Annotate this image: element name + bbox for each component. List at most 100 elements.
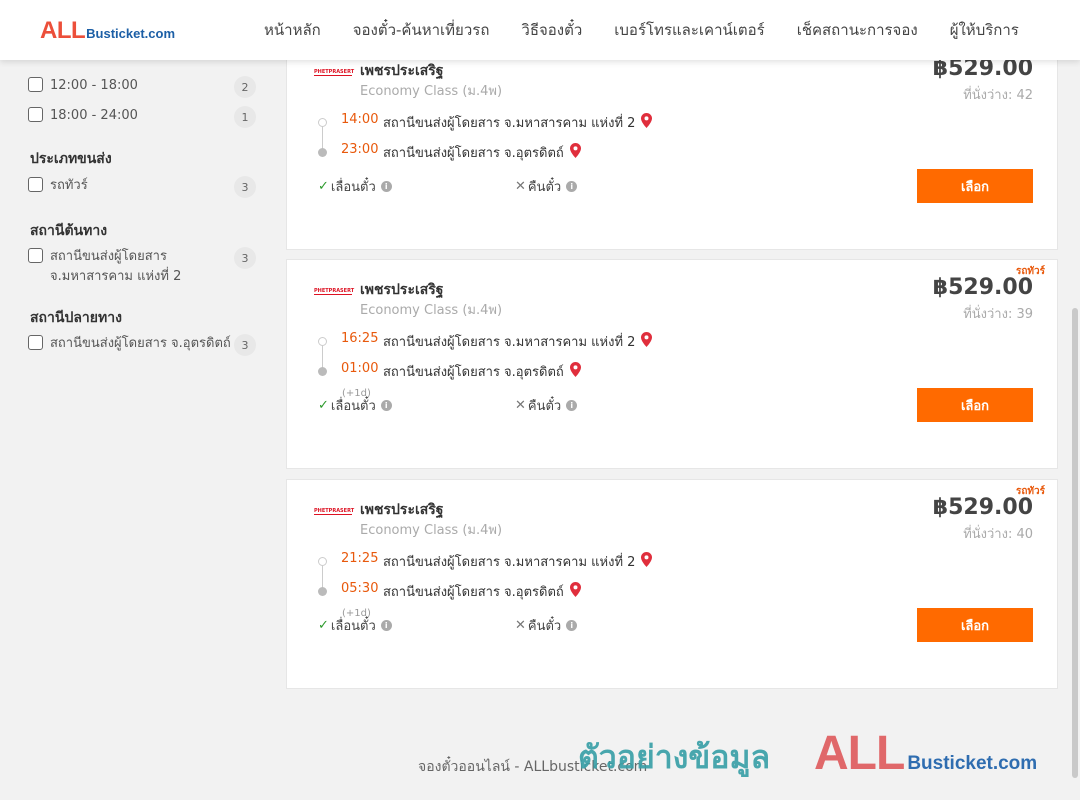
- filter-count: 2: [234, 76, 256, 98]
- watermark-logo-all: ALL: [814, 727, 905, 780]
- info-icon[interactable]: i: [380, 620, 392, 631]
- refund-ticket-policy: ✕ คืนตั๋ว i: [515, 615, 578, 636]
- filter-label: สถานีขนส่งผู้โดยสาร จ.อุตรดิตถ์: [50, 336, 231, 351]
- route-line: [322, 342, 323, 370]
- operator-logo: PHETPRASERT: [314, 69, 355, 76]
- map-pin-icon[interactable]: [569, 582, 581, 601]
- seat-class: Economy Class (ม.4พ): [360, 303, 503, 318]
- departure-station-name: สถานีขนส่งผู้โดยสาร จ.มหาสารคาม แห่งที่ …: [383, 555, 636, 570]
- filter-count: 1: [234, 106, 256, 128]
- nav-contact-counter[interactable]: เบอร์โทรและเคาน์เตอร์: [598, 18, 780, 42]
- arrival-station-name: สถานีขนส่งผู้โดยสาร จ.อุตรดิตถ์: [383, 146, 564, 161]
- departure-station: สถานีขนส่งผู้โดยสาร จ.มหาสารคาม แห่งที่ …: [383, 112, 653, 133]
- arrival-dot-icon: [318, 148, 327, 157]
- filter-transport-bus[interactable]: รถทัวร์ 3: [28, 176, 256, 198]
- ticket-price: ฿529.00: [932, 275, 1033, 300]
- change-ticket-label: เลื่อนตั๋ว: [330, 399, 376, 414]
- filter-label: สถานีขนส่งผู้โดยสาร จ.มหาสารคาม แห่งที่ …: [50, 249, 182, 284]
- main-nav: หน้าหลัก จองตั๋ว-ค้นหาเที่ยวรถ วิธีจองตั…: [248, 0, 1035, 60]
- cross-icon: ✕: [515, 398, 526, 413]
- filter-origin-station[interactable]: สถานีขนส่งผู้โดยสาร จ.มหาสารคาม แห่งที่ …: [28, 247, 256, 287]
- seats-available: ที่นั่งว่าง: 40: [963, 527, 1033, 542]
- top-header: ALL Busticket.com หน้าหลัก จองตั๋ว-ค้นหา…: [0, 0, 1080, 60]
- destination-station-title: สถานีปลายทาง: [30, 310, 122, 326]
- refund-ticket-label: คืนตั๋ว: [527, 399, 562, 414]
- operator-logo: PHETPRASERT: [314, 508, 355, 515]
- logo-busticket: Busticket.com: [86, 26, 176, 41]
- checkbox[interactable]: [28, 335, 43, 350]
- check-icon: ✓: [318, 179, 329, 194]
- arrival-station: สถานีขนส่งผู้โดยสาร จ.อุตรดิตถ์: [383, 142, 581, 163]
- filter-time-12-18[interactable]: 12:00 - 18:00 2: [28, 76, 256, 98]
- nav-book-search[interactable]: จองตั๋ว-ค้นหาเที่ยวรถ: [337, 18, 506, 42]
- select-trip-button[interactable]: เลือก: [917, 388, 1033, 422]
- scrollbar-thumb[interactable]: [1072, 308, 1078, 778]
- arrival-time: 01:00: [341, 361, 379, 376]
- nav-how-to-book[interactable]: วิธีจองตั๋ว: [505, 18, 598, 42]
- watermark-logo-busticket: Busticket.com: [907, 753, 1038, 774]
- info-icon[interactable]: i: [380, 181, 392, 192]
- select-trip-button[interactable]: เลือก: [917, 169, 1033, 203]
- checkbox[interactable]: [28, 177, 43, 192]
- change-ticket-policy: ✓ เลื่อนตั๋ว i: [318, 395, 392, 416]
- departure-station: สถานีขนส่งผู้โดยสาร จ.มหาสารคาม แห่งที่ …: [383, 551, 653, 572]
- map-pin-icon[interactable]: [641, 552, 653, 571]
- arrival-dot-icon: [318, 367, 327, 376]
- cross-icon: ✕: [515, 179, 526, 194]
- map-pin-icon[interactable]: [641, 332, 653, 351]
- info-icon[interactable]: i: [566, 400, 578, 411]
- info-icon[interactable]: i: [566, 620, 578, 631]
- operator-name: เพชรประเสริฐ: [360, 282, 444, 298]
- nav-home[interactable]: หน้าหลัก: [248, 18, 337, 42]
- route-line: [322, 123, 323, 151]
- filter-count: 3: [234, 334, 256, 356]
- arrival-time: 05:30: [341, 581, 379, 596]
- change-ticket-label: เลื่อนตั๋ว: [330, 180, 376, 195]
- site-logo[interactable]: ALL Busticket.com: [40, 17, 175, 45]
- filter-destination-station[interactable]: สถานีขนส่งผู้โดยสาร จ.อุตรดิตถ์ 3: [28, 334, 256, 356]
- trip-card: รถทัวร์ PHETPRASERT เพชรประเสริฐ Economy…: [286, 479, 1058, 689]
- refund-ticket-label: คืนตั๋ว: [527, 619, 562, 634]
- departure-dot-icon: [318, 337, 327, 346]
- departure-dot-icon: [318, 118, 327, 127]
- transport-type-title: ประเภทขนส่ง: [30, 151, 112, 167]
- map-pin-icon[interactable]: [641, 113, 653, 132]
- seat-class: Economy Class (ม.4พ): [360, 84, 503, 99]
- change-ticket-label: เลื่อนตั๋ว: [330, 619, 376, 634]
- departure-dot-icon: [318, 557, 327, 566]
- arrival-station-name: สถานีขนส่งผู้โดยสาร จ.อุตรดิตถ์: [383, 365, 564, 380]
- origin-station-title: สถานีต้นทาง: [30, 223, 108, 239]
- ticket-price: ฿529.00: [932, 495, 1033, 520]
- arrival-station: สถานีขนส่งผู้โดยสาร จ.อุตรดิตถ์: [383, 581, 581, 602]
- check-icon: ✓: [318, 398, 329, 413]
- departure-station-name: สถานีขนส่งผู้โดยสาร จ.มหาสารคาม แห่งที่ …: [383, 116, 636, 131]
- arrival-dot-icon: [318, 587, 327, 596]
- checkbox[interactable]: [28, 77, 43, 92]
- filter-time-18-24[interactable]: 18:00 - 24:00 1: [28, 106, 256, 128]
- departure-station-name: สถานีขนส่งผู้โดยสาร จ.มหาสารคาม แห่งที่ …: [383, 335, 636, 350]
- route-line: [322, 562, 323, 590]
- seat-class: Economy Class (ม.4พ): [360, 523, 503, 538]
- select-trip-button[interactable]: เลือก: [917, 608, 1033, 642]
- info-icon[interactable]: i: [566, 181, 578, 192]
- refund-ticket-label: คืนตั๋ว: [527, 180, 562, 195]
- seats-available: ที่นั่งว่าง: 42: [963, 88, 1033, 103]
- map-pin-icon[interactable]: [569, 362, 581, 381]
- map-pin-icon[interactable]: [569, 143, 581, 162]
- operator-name: เพชรประเสริฐ: [360, 502, 444, 518]
- trip-card: รถทัวร์ PHETPRASERT เพชรประเสริฐ Economy…: [286, 259, 1058, 469]
- checkbox[interactable]: [28, 248, 43, 263]
- filter-count: 3: [234, 247, 256, 269]
- arrival-time: 23:00: [341, 142, 379, 157]
- info-icon[interactable]: i: [380, 400, 392, 411]
- change-ticket-policy: ✓ เลื่อนตั๋ว i: [318, 615, 392, 636]
- logo-all: ALL: [40, 17, 86, 44]
- filter-label: รถทัวร์: [50, 178, 88, 193]
- departure-station: สถานีขนส่งผู้โดยสาร จ.มหาสารคาม แห่งที่ …: [383, 331, 653, 352]
- filter-label: 18:00 - 24:00: [50, 108, 138, 123]
- nav-operators[interactable]: ผู้ให้บริการ: [934, 18, 1035, 42]
- departure-time: 16:25: [341, 331, 379, 346]
- nav-booking-status[interactable]: เช็คสถานะการจอง: [781, 18, 934, 42]
- checkbox[interactable]: [28, 107, 43, 122]
- arrival-station-name: สถานีขนส่งผู้โดยสาร จ.อุตรดิตถ์: [383, 585, 564, 600]
